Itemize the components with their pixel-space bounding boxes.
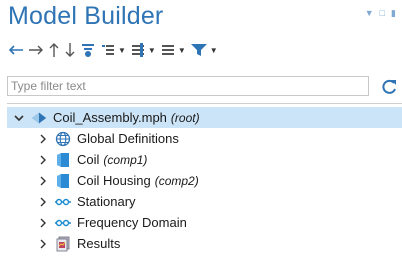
funnel-icon[interactable]: ▼ (190, 41, 218, 59)
chevron-down-icon[interactable] (13, 114, 25, 122)
tree-node-label: Stationary (77, 194, 136, 209)
toolbar: ▼ ▼ ▼ ▼ (8, 40, 222, 60)
tree-node-stationary[interactable]: Stationary (7, 191, 402, 212)
show-icon[interactable] (80, 41, 96, 59)
tree-node-label: Frequency Domain (77, 215, 187, 230)
component-icon (55, 152, 71, 168)
filter-field[interactable] (7, 76, 369, 96)
tree-node-coil-housing[interactable]: Coil Housing (comp2) (7, 170, 402, 191)
filter-input[interactable] (11, 78, 368, 94)
chevron-right-icon[interactable] (37, 218, 49, 228)
globe-icon (55, 131, 71, 147)
pin-icon[interactable]: ▮ (391, 8, 396, 18)
tree-node-global-definitions[interactable]: Global Definitions (7, 128, 402, 149)
chevron-right-icon[interactable] (37, 239, 49, 249)
study-icon (55, 215, 71, 231)
tree-node-coil[interactable]: Coil (comp1) (7, 149, 402, 170)
refresh-icon[interactable] (380, 78, 398, 96)
tree-node-label: Coil_Assembly.mph (53, 110, 167, 125)
chevron-right-icon[interactable] (37, 155, 49, 165)
component-icon (55, 173, 71, 189)
tree-node-label: Coil Housing (77, 173, 151, 188)
move-down-icon[interactable] (64, 41, 76, 59)
chevron-right-icon[interactable] (37, 176, 49, 186)
panel-title: Model Builder (8, 2, 164, 30)
maximize-icon[interactable]: □ (380, 8, 385, 18)
tree-node-tag: (comp1) (103, 152, 148, 167)
list-icon[interactable]: ▼ (160, 41, 186, 59)
chevron-right-icon[interactable] (37, 197, 49, 207)
tree-node-tag: (comp2) (154, 173, 199, 188)
dropdown-icon[interactable]: ▼ (365, 8, 374, 18)
back-arrow-icon[interactable] (8, 41, 24, 59)
model-diamond-icon (31, 110, 47, 126)
move-up-icon[interactable] (48, 41, 60, 59)
study-icon (55, 194, 71, 210)
collapse-icon[interactable]: ▼ (100, 41, 126, 59)
chevron-right-icon[interactable] (37, 134, 49, 144)
tree-root-node[interactable]: Coil_Assembly.mph (root) (7, 107, 402, 128)
forward-arrow-icon[interactable] (28, 41, 44, 59)
results-icon (55, 236, 71, 252)
tree-node-label: Global Definitions (77, 131, 179, 146)
tree-node-label: Results (77, 236, 121, 251)
tree-node-results[interactable]: Results (7, 233, 402, 254)
tree-node-label: Coil (77, 152, 100, 167)
expand-icon[interactable]: ▼ (130, 41, 156, 59)
tree-node-frequency-domain[interactable]: Frequency Domain (7, 212, 402, 233)
model-tree: Coil_Assembly.mph (root) Global Definiti… (7, 103, 402, 270)
window-controls: ▼ □ ▮ (365, 8, 396, 18)
tree-node-tag: (root) (170, 110, 200, 125)
